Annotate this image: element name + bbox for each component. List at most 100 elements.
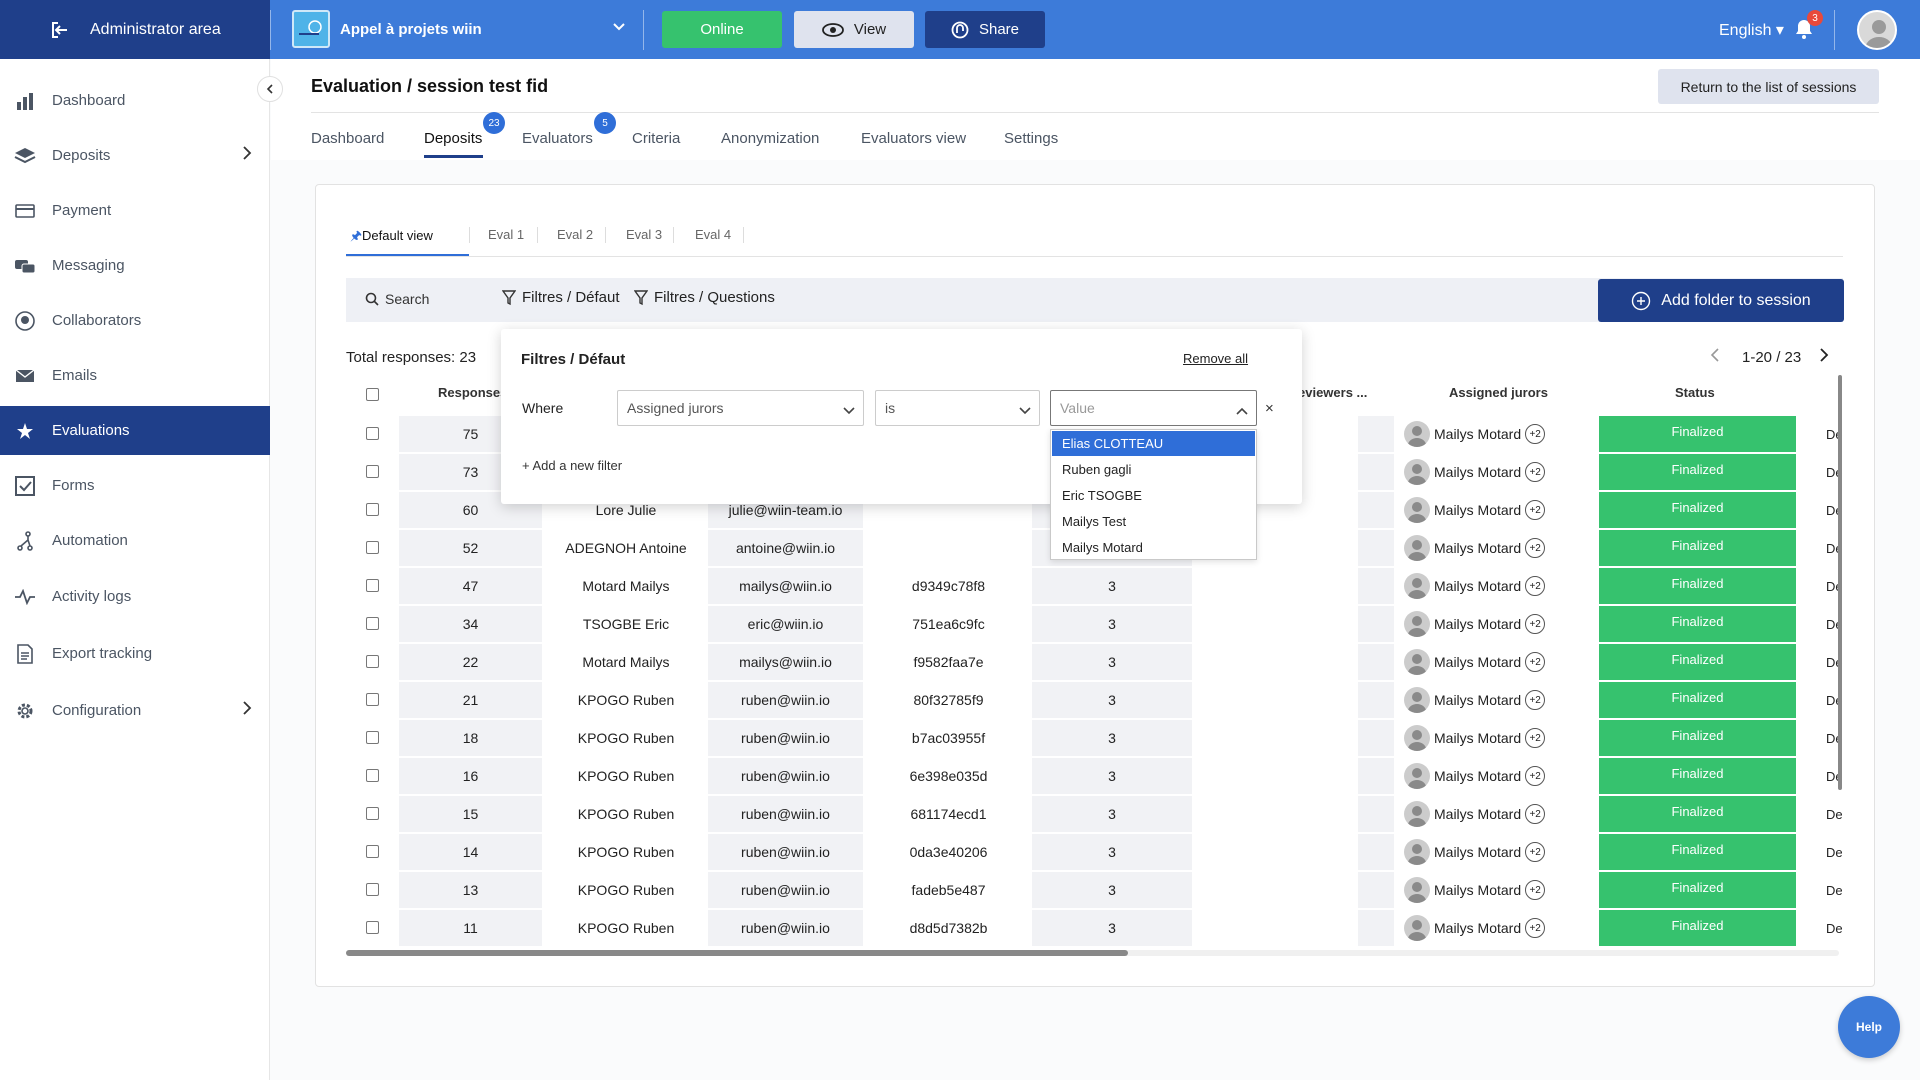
row-checkbox[interactable]: [366, 807, 379, 820]
sidebar-item-payment[interactable]: Payment: [0, 186, 270, 235]
admin-area-link[interactable]: Administrator area: [0, 0, 270, 59]
row-checkbox[interactable]: [366, 617, 379, 630]
more-jurors-badge[interactable]: +2: [1525, 614, 1546, 634]
sidebar-item-emails[interactable]: Emails: [0, 351, 270, 400]
project-selector[interactable]: Appel à projets wiin: [292, 10, 482, 48]
select-all-checkbox[interactable]: [366, 388, 379, 401]
juror-option[interactable]: Elias CLOTTEAU: [1052, 431, 1255, 456]
view-tab-eval-1[interactable]: Eval 1: [488, 227, 524, 242]
row-checkbox[interactable]: [366, 883, 379, 896]
more-jurors-badge[interactable]: +2: [1525, 652, 1546, 672]
juror-avatar: [1404, 763, 1430, 789]
row-checkbox[interactable]: [366, 769, 379, 782]
remove-filter-icon[interactable]: ×: [1265, 400, 1274, 417]
sidebar-item-export-tracking[interactable]: Export tracking: [0, 629, 270, 678]
juror-option[interactable]: Mailys Test: [1052, 509, 1255, 534]
remove-all-filters-link[interactable]: Remove all: [1183, 351, 1248, 366]
more-jurors-badge[interactable]: +2: [1525, 728, 1546, 748]
table-row[interactable]: 47 Motard Mailys mailys@wiin.io d9349c78f8 3…: [346, 568, 1843, 606]
more-jurors-badge[interactable]: +2: [1525, 690, 1546, 710]
more-jurors-badge[interactable]: +2: [1525, 500, 1546, 520]
row-checkbox[interactable]: [366, 541, 379, 554]
more-jurors-badge[interactable]: +2: [1525, 576, 1546, 596]
sidebar-item-deposits[interactable]: Deposits: [0, 131, 270, 180]
column-header-status[interactable]: Status: [1675, 385, 1715, 400]
more-jurors-badge[interactable]: +2: [1525, 538, 1546, 558]
filter-value-select[interactable]: Value: [1050, 390, 1257, 426]
language-selector[interactable]: English ▾: [1719, 20, 1784, 40]
share-button[interactable]: Share: [925, 11, 1045, 48]
column-header-jurors[interactable]: Assigned jurors: [1449, 385, 1548, 400]
more-jurors-badge[interactable]: +2: [1525, 804, 1546, 824]
more-jurors-badge[interactable]: +2: [1525, 766, 1546, 786]
table-row[interactable]: 14 KPOGO Ruben ruben@wiin.io 0da3e40206 3 Mai…: [346, 834, 1843, 872]
tab-deposits[interactable]: Deposits: [424, 130, 482, 147]
more-jurors-badge[interactable]: +2: [1525, 424, 1546, 444]
row-checkbox[interactable]: [366, 427, 379, 440]
add-folder-button[interactable]: Add folder to session: [1598, 279, 1844, 322]
view-button[interactable]: View: [794, 11, 914, 48]
filter-field-select[interactable]: Assigned jurors: [617, 390, 864, 426]
tab-settings[interactable]: Settings: [1004, 130, 1058, 147]
view-tab-eval-2[interactable]: Eval 2: [557, 227, 593, 242]
row-checkbox[interactable]: [366, 579, 379, 592]
table-row[interactable]: 18 KPOGO Ruben ruben@wiin.io b7ac03955f 3 Mai…: [346, 720, 1843, 758]
row-checkbox[interactable]: [366, 465, 379, 478]
sidebar-item-dashboard[interactable]: Dashboard: [0, 76, 270, 125]
horizontal-scrollbar-thumb[interactable]: [346, 950, 1128, 956]
sidebar-item-messaging[interactable]: Messaging: [0, 241, 270, 290]
more-jurors-badge[interactable]: +2: [1525, 880, 1546, 900]
table-row[interactable]: 34 TSOGBE Eric eric@wiin.io 751ea6c9fc 3 Mail…: [346, 606, 1843, 644]
column-header-responses[interactable]: Responses: [438, 385, 507, 400]
table-row[interactable]: 16 KPOGO Ruben ruben@wiin.io 6e398e035d 3 Mai…: [346, 758, 1843, 796]
sidebar-item-forms[interactable]: Forms: [0, 461, 270, 510]
chevron-right-icon[interactable]: [1819, 348, 1829, 366]
view-tab-default[interactable]: 🖈Default view: [350, 227, 433, 249]
add-filter-link[interactable]: + Add a new filter: [522, 458, 622, 473]
cell-jurors: Mailys Motard +2: [1404, 644, 1546, 680]
sidebar-item-automation[interactable]: Automation: [0, 516, 270, 565]
row-checkbox[interactable]: [366, 655, 379, 668]
more-jurors-badge[interactable]: +2: [1525, 462, 1546, 482]
juror-option[interactable]: Ruben gagli: [1052, 457, 1255, 482]
return-to-sessions-button[interactable]: Return to the list of sessions: [1658, 69, 1879, 104]
filter-questions-button[interactable]: Filtres / Questions: [634, 289, 775, 306]
more-jurors-badge[interactable]: +2: [1525, 842, 1546, 862]
search-button[interactable]: Search: [365, 291, 429, 307]
filter-operator-select[interactable]: is: [875, 390, 1040, 426]
help-button[interactable]: Help: [1838, 996, 1900, 1058]
row-checkbox[interactable]: [366, 921, 379, 934]
column-header-reviewers[interactable]: eviewers ...: [1298, 385, 1367, 400]
cell-response-id: 22: [462, 654, 479, 670]
row-checkbox[interactable]: [366, 845, 379, 858]
juror-option[interactable]: Eric TSOGBE: [1052, 483, 1255, 508]
online-button[interactable]: Online: [662, 11, 782, 48]
sidebar-item-activity-logs[interactable]: Activity logs: [0, 572, 270, 621]
sidebar-item-configuration[interactable]: Configuration: [0, 686, 270, 735]
table-row[interactable]: 11 KPOGO Ruben ruben@wiin.io d8d5d7382b 3 Mai…: [346, 910, 1843, 948]
table-row[interactable]: 15 KPOGO Ruben ruben@wiin.io 681174ecd1 3 Mai…: [346, 796, 1843, 834]
view-tab-eval-3[interactable]: Eval 3: [626, 227, 662, 242]
collapse-sidebar-button[interactable]: [257, 76, 283, 102]
filter-default-button[interactable]: Filtres / Défaut: [502, 289, 620, 306]
row-checkbox[interactable]: [366, 503, 379, 516]
user-avatar[interactable]: [1857, 10, 1897, 50]
sidebar-item-evaluations[interactable]: Evaluations: [0, 406, 270, 455]
tab-dashboard[interactable]: Dashboard: [311, 130, 384, 147]
sidebar-item-collaborators[interactable]: Collaborators: [0, 296, 270, 345]
row-checkbox[interactable]: [366, 693, 379, 706]
table-row[interactable]: 13 KPOGO Ruben ruben@wiin.io fadeb5e487 3 Mai…: [346, 872, 1843, 910]
chevron-down-icon[interactable]: [612, 20, 626, 37]
view-tab-eval-4[interactable]: Eval 4: [695, 227, 731, 242]
tab-evaluators[interactable]: Evaluators: [522, 130, 593, 147]
more-jurors-badge[interactable]: +2: [1525, 918, 1546, 938]
juror-option[interactable]: Mailys Motard: [1052, 535, 1255, 560]
tab-criteria[interactable]: Criteria: [632, 130, 680, 147]
chevron-left-icon[interactable]: [1710, 348, 1720, 366]
row-checkbox[interactable]: [366, 731, 379, 744]
tab-evaluators-view[interactable]: Evaluators view: [861, 130, 966, 147]
table-row[interactable]: 22 Motard Mailys mailys@wiin.io f9582faa7e 3…: [346, 644, 1843, 682]
table-row[interactable]: 21 KPOGO Ruben ruben@wiin.io 80f32785f9 3 Mai…: [346, 682, 1843, 720]
tab-anonymization[interactable]: Anonymization: [721, 130, 819, 147]
vertical-scrollbar-thumb[interactable]: [1838, 375, 1842, 790]
